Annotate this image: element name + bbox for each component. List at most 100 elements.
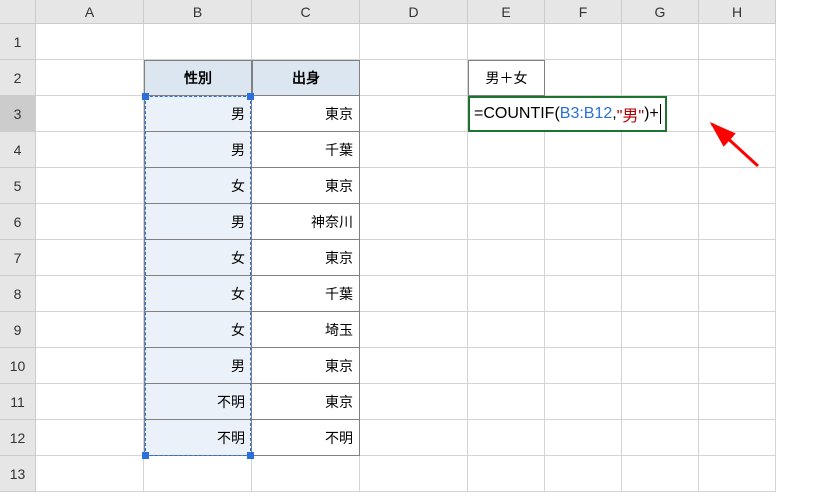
cell-e2[interactable]: 男＋女 (468, 60, 545, 96)
col-header-h[interactable]: H (699, 0, 776, 24)
cell-b4[interactable]: 男 (144, 132, 252, 168)
cell-h8[interactable] (699, 276, 776, 312)
cell-d11[interactable] (360, 384, 468, 420)
cell-d4[interactable] (360, 132, 468, 168)
cell-h9[interactable] (699, 312, 776, 348)
cell-g1[interactable] (622, 24, 699, 60)
cell-d5[interactable] (360, 168, 468, 204)
cell-e11[interactable] (468, 384, 545, 420)
cell-h13[interactable] (699, 456, 776, 492)
cell-e4[interactable] (468, 132, 545, 168)
cell-a7[interactable] (36, 240, 144, 276)
row-header-7[interactable]: 7 (0, 240, 36, 276)
cell-f7[interactable] (545, 240, 622, 276)
cell-d10[interactable] (360, 348, 468, 384)
cell-b12[interactable]: 不明 (144, 420, 252, 456)
cell-g9[interactable] (622, 312, 699, 348)
cell-g4[interactable] (622, 132, 699, 168)
select-all-corner[interactable] (0, 0, 36, 24)
cell-f8[interactable] (545, 276, 622, 312)
cell-d9[interactable] (360, 312, 468, 348)
cell-a2[interactable] (36, 60, 144, 96)
cell-c5[interactable]: 東京 (252, 168, 360, 204)
cell-f11[interactable] (545, 384, 622, 420)
cell-a4[interactable] (36, 132, 144, 168)
cell-e13[interactable] (468, 456, 545, 492)
cell-g12[interactable] (622, 420, 699, 456)
cell-g10[interactable] (622, 348, 699, 384)
row-header-5[interactable]: 5 (0, 168, 36, 204)
cell-b11[interactable]: 不明 (144, 384, 252, 420)
cell-a6[interactable] (36, 204, 144, 240)
row-header-13[interactable]: 13 (0, 456, 36, 492)
cell-d6[interactable] (360, 204, 468, 240)
col-header-e[interactable]: E (468, 0, 545, 24)
cell-f10[interactable] (545, 348, 622, 384)
cell-d7[interactable] (360, 240, 468, 276)
cell-b3[interactable]: 男 (144, 96, 252, 132)
cell-e9[interactable] (468, 312, 545, 348)
cell-h4[interactable] (699, 132, 776, 168)
cell-f2[interactable] (545, 60, 622, 96)
cell-c13[interactable] (252, 456, 360, 492)
cell-a12[interactable] (36, 420, 144, 456)
cell-e8[interactable] (468, 276, 545, 312)
cell-a3[interactable] (36, 96, 144, 132)
cell-a1[interactable] (36, 24, 144, 60)
cell-c11[interactable]: 東京 (252, 384, 360, 420)
cell-b10[interactable]: 男 (144, 348, 252, 384)
cell-c3[interactable]: 東京 (252, 96, 360, 132)
cell-e5[interactable] (468, 168, 545, 204)
cell-h2[interactable] (699, 60, 776, 96)
cell-f5[interactable] (545, 168, 622, 204)
cell-a11[interactable] (36, 384, 144, 420)
cell-g2[interactable] (622, 60, 699, 96)
cell-h11[interactable] (699, 384, 776, 420)
row-header-9[interactable]: 9 (0, 312, 36, 348)
cell-h12[interactable] (699, 420, 776, 456)
col-header-a[interactable]: A (36, 0, 144, 24)
row-header-6[interactable]: 6 (0, 204, 36, 240)
cell-f6[interactable] (545, 204, 622, 240)
cell-a8[interactable] (36, 276, 144, 312)
cell-a5[interactable] (36, 168, 144, 204)
row-header-1[interactable]: 1 (0, 24, 36, 60)
cell-f4[interactable] (545, 132, 622, 168)
cell-b7[interactable]: 女 (144, 240, 252, 276)
row-header-12[interactable]: 12 (0, 420, 36, 456)
cell-e10[interactable] (468, 348, 545, 384)
cell-b1[interactable] (144, 24, 252, 60)
cell-a10[interactable] (36, 348, 144, 384)
cell-g7[interactable] (622, 240, 699, 276)
cell-f13[interactable] (545, 456, 622, 492)
cell-e1[interactable] (468, 24, 545, 60)
row-header-3[interactable]: 3 (0, 96, 36, 132)
cell-d8[interactable] (360, 276, 468, 312)
cell-c7[interactable]: 東京 (252, 240, 360, 276)
row-header-10[interactable]: 10 (0, 348, 36, 384)
cell-f9[interactable] (545, 312, 622, 348)
cell-g13[interactable] (622, 456, 699, 492)
cell-b2[interactable]: 性別 (144, 60, 252, 96)
cell-h10[interactable] (699, 348, 776, 384)
cell-a13[interactable] (36, 456, 144, 492)
cell-h6[interactable] (699, 204, 776, 240)
row-header-11[interactable]: 11 (0, 384, 36, 420)
cell-g5[interactable] (622, 168, 699, 204)
cell-d1[interactable] (360, 24, 468, 60)
col-header-g[interactable]: G (622, 0, 699, 24)
cell-g6[interactable] (622, 204, 699, 240)
cell-f1[interactable] (545, 24, 622, 60)
col-header-b[interactable]: B (144, 0, 252, 24)
cell-g11[interactable] (622, 384, 699, 420)
cell-b13[interactable] (144, 456, 252, 492)
cell-h5[interactable] (699, 168, 776, 204)
row-header-2[interactable]: 2 (0, 60, 36, 96)
cell-c9[interactable]: 埼玉 (252, 312, 360, 348)
cell-d12[interactable] (360, 420, 468, 456)
cell-e12[interactable] (468, 420, 545, 456)
cell-c4[interactable]: 千葉 (252, 132, 360, 168)
cell-c6[interactable]: 神奈川 (252, 204, 360, 240)
cell-b5[interactable]: 女 (144, 168, 252, 204)
cell-c12[interactable]: 不明 (252, 420, 360, 456)
